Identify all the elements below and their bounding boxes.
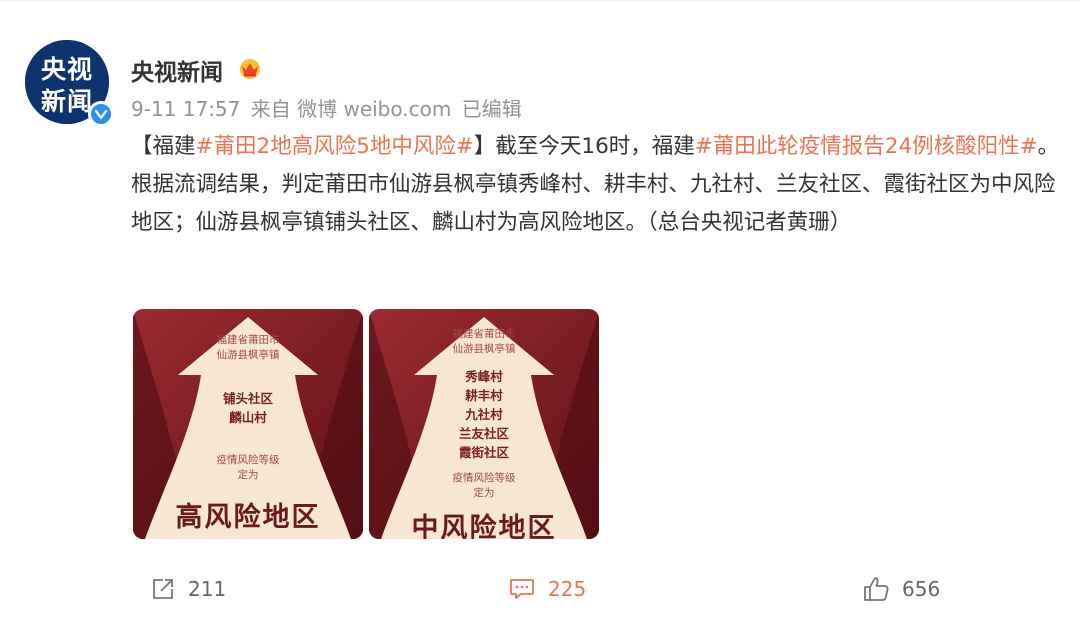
location-line: 仙游县枫亭镇 [216, 349, 280, 361]
post-text: 【福建#莆田2地高风险5地中风险#】截至今天16时，福建#莆田此轮疫情报告24例… [131, 128, 1066, 242]
thumbs-up-icon [864, 577, 889, 601]
risk-level: 中风险地区 [411, 513, 557, 539]
post-text-part: 【福建 [131, 134, 196, 159]
comment-icon [510, 579, 534, 599]
post-meta: 9-11 17:57 来自 微博 weibo.com 已编辑 [131, 93, 526, 122]
location-line: 仙游县枫亭镇 [452, 343, 516, 355]
edited-label[interactable]: 已编辑 [462, 97, 522, 121]
post-image-high-risk[interactable]: 福建省莆田市 仙游县枫亭镇 铺头社区 麟山村 疫情风险等级 定为 高风险地区 [133, 309, 363, 539]
area-name: 麟山村 [229, 410, 267, 425]
area-name: 铺头社区 [222, 391, 273, 406]
hashtag-link[interactable]: #莆田2地高风险5地中风险# [196, 134, 474, 159]
area-name: 秀峰村 [465, 369, 503, 384]
repost-icon [153, 579, 173, 599]
comment-count: 225 [548, 577, 587, 601]
post-image-medium-risk[interactable]: 福建省莆田市 仙游县枫亭镇 秀峰村 耕丰村 九社村 兰友社区 霞街社区 疫情风险… [369, 309, 599, 539]
avatar-text-top: 央视 [40, 55, 93, 84]
area-name: 霞街社区 [458, 445, 509, 460]
like-count: 656 [902, 577, 941, 601]
risk-level: 高风险地区 [175, 502, 321, 533]
area-name: 九社村 [465, 407, 503, 422]
post-text-part: 】截至今天16时，福建 [473, 134, 695, 159]
location-line: 福建省莆田市 [452, 328, 516, 340]
like-button[interactable]: 656 [862, 574, 940, 604]
area-name: 兰友社区 [458, 426, 509, 441]
post-source[interactable]: 来自 微博 weibo.com [251, 97, 452, 121]
post-time[interactable]: 9-11 17:57 [131, 97, 240, 121]
verified-badge-icon [88, 101, 114, 127]
repost-button[interactable]: 211 [150, 574, 226, 604]
top-divider [0, 0, 1080, 2]
location-line: 福建省莆田市 [216, 334, 280, 346]
author-name[interactable]: 央视新闻 [131, 53, 223, 87]
risk-level-caption: 定为 [473, 487, 495, 499]
hashtag-link[interactable]: #莆田此轮疫情报告24例核酸阳性# [695, 134, 1038, 159]
risk-level-caption: 定为 [237, 469, 259, 481]
crown-icon[interactable] [237, 57, 263, 79]
risk-level-caption: 疫情风险等级 [452, 472, 516, 484]
risk-level-caption: 疫情风险等级 [216, 454, 280, 466]
comment-button[interactable]: 225 [508, 574, 586, 604]
area-name: 耕丰村 [465, 388, 503, 403]
repost-count: 211 [188, 577, 227, 601]
